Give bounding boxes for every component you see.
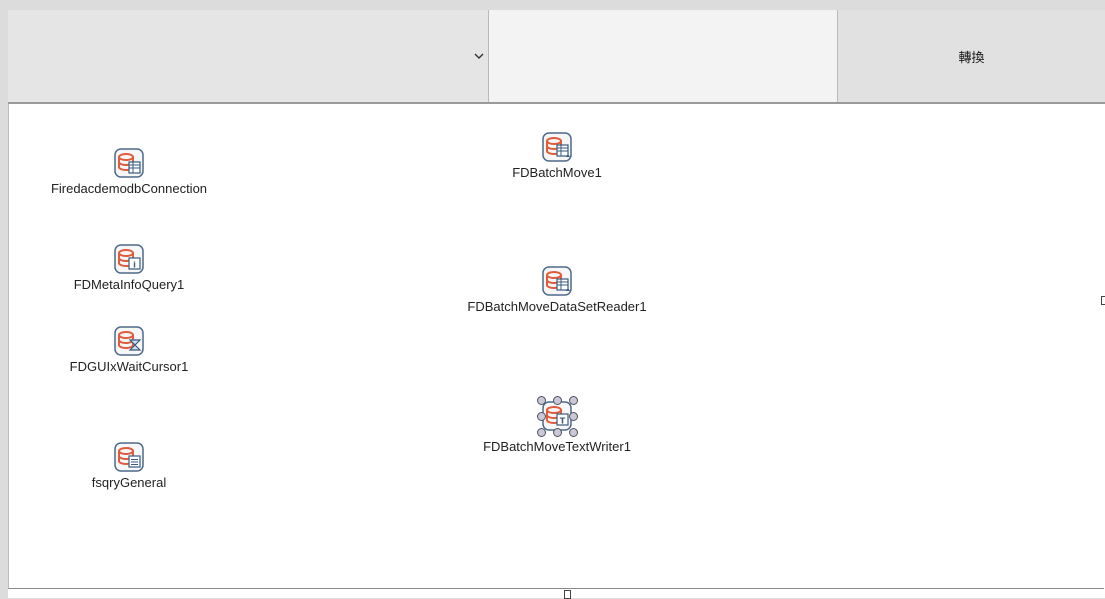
component-batch-move-dataset-reader[interactable]: FDBatchMoveDataSetReader1 — [437, 266, 677, 314]
selection-frame[interactable]: T — [537, 396, 578, 437]
text-writer-icon: T — [542, 401, 572, 431]
text-edit[interactable] — [489, 10, 838, 102]
component-label: FDGUIxWaitCursor1 — [69, 359, 189, 374]
resize-handle-bottom[interactable] — [553, 428, 562, 437]
component-label: FDBatchMove1 — [512, 165, 602, 180]
component-label: FDMetaInfoQuery1 — [73, 277, 185, 292]
resize-handle-right[interactable] — [569, 412, 578, 421]
svg-text:i: i — [133, 261, 136, 270]
component-label: fsqryGeneral — [91, 475, 167, 490]
component-label: FiredacdemodbConnection — [50, 181, 208, 196]
database-connection-icon — [114, 148, 144, 178]
meta-info-query-icon: i — [114, 244, 144, 274]
resize-handle-left[interactable] — [537, 412, 546, 421]
component-firedac-connection[interactable]: FiredacdemodbConnection — [9, 148, 249, 196]
svg-text:T: T — [560, 417, 566, 426]
component-batch-move-text-writer[interactable]: T FDBatchMoveTextWriter1 — [437, 396, 677, 454]
resize-handle-top[interactable] — [553, 396, 562, 405]
component-batch-move[interactable]: FDBatchMove1 — [437, 132, 677, 180]
resize-handle-top-right[interactable] — [569, 396, 578, 405]
form-resize-handle-right[interactable] — [1101, 296, 1105, 305]
design-surface[interactable]: FiredacdemodbConnection i FDMetaInfoQuer… — [8, 104, 1104, 589]
dataset-reader-icon — [542, 266, 572, 296]
resize-handle-top-left[interactable] — [537, 396, 546, 405]
component-fsqry-general[interactable]: fsqryGeneral — [9, 442, 249, 490]
component-label: FDBatchMoveDataSetReader1 — [467, 299, 647, 314]
batch-move-icon — [542, 132, 572, 162]
resize-handle-bottom-left[interactable] — [537, 428, 546, 437]
query-icon — [114, 442, 144, 472]
chevron-down-icon[interactable] — [474, 52, 484, 60]
resize-handle-bottom-right[interactable] — [569, 428, 578, 437]
component-gui-wait-cursor[interactable]: FDGUIxWaitCursor1 — [9, 326, 249, 374]
form-designer: 轉換 FiredacdemodbConnection i FDMetaInfoQ… — [8, 10, 1105, 599]
source-combobox[interactable] — [8, 10, 489, 102]
convert-button[interactable]: 轉換 — [838, 10, 1105, 102]
component-meta-info-query[interactable]: i FDMetaInfoQuery1 — [9, 244, 249, 292]
component-label: FDBatchMoveTextWriter1 — [483, 439, 631, 454]
top-panel: 轉換 — [8, 10, 1105, 104]
hourglass-icon — [114, 326, 144, 356]
